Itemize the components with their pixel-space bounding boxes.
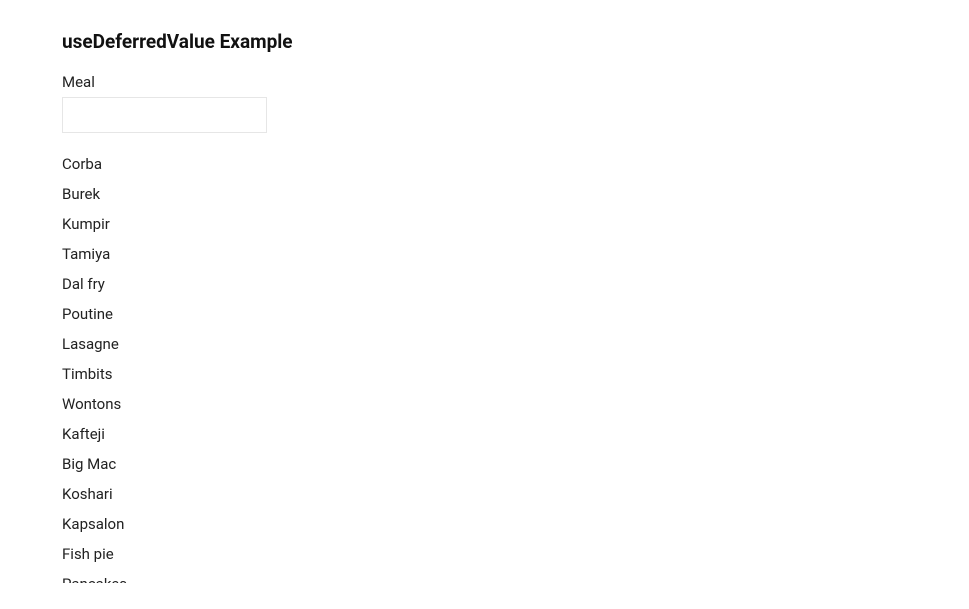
meal-list[interactable]: Corba Burek Kumpir Tamiya Dal fry Poutin… — [62, 143, 927, 583]
list-item: Pancakes — [62, 569, 927, 583]
list-item: Poutine — [62, 299, 927, 329]
list-item: Wontons — [62, 389, 927, 419]
list-item: Kafteji — [62, 419, 927, 449]
input-wrapper — [62, 97, 969, 133]
list-item: Tamiya — [62, 239, 927, 269]
list-item: Lasagne — [62, 329, 927, 359]
list-item: Koshari — [62, 479, 927, 509]
list-item: Kumpir — [62, 209, 927, 239]
page-container: useDeferredValue Example Meal Corba Bure… — [0, 0, 969, 609]
list-item: Dal fry — [62, 269, 927, 299]
list-item: Kapsalon — [62, 509, 927, 539]
list-item: Corba — [62, 149, 927, 179]
meal-input[interactable] — [62, 97, 267, 133]
page-title: useDeferredValue Example — [62, 30, 969, 53]
list-item: Fish pie — [62, 539, 927, 569]
meal-label: Meal — [62, 73, 969, 91]
list-item: Burek — [62, 179, 927, 209]
list-item: Timbits — [62, 359, 927, 389]
list-item: Big Mac — [62, 449, 927, 479]
